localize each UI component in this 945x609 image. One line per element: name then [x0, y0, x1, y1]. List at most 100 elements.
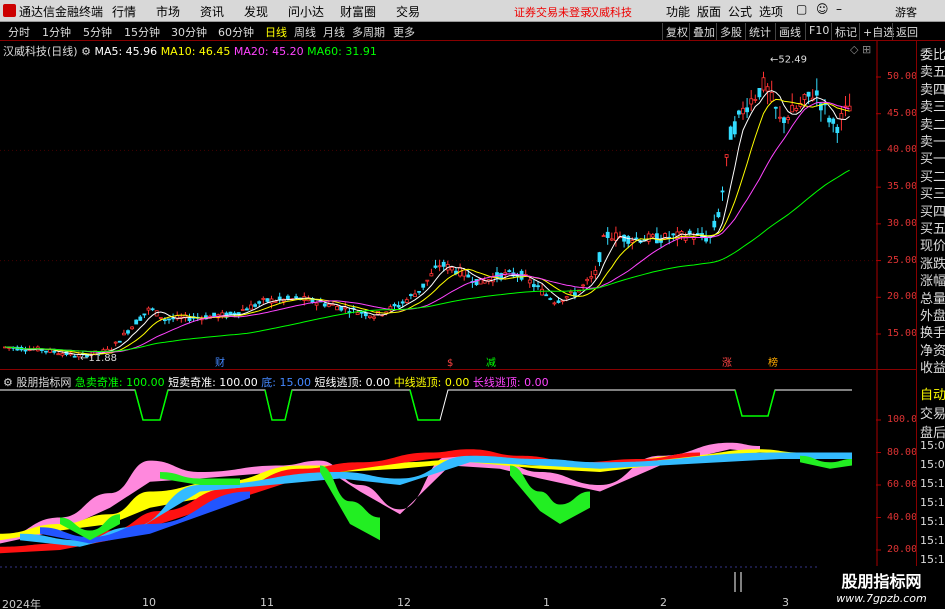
candle-body — [138, 316, 143, 321]
menu-wealth[interactable]: 财富圈 — [340, 3, 376, 20]
menu-ask[interactable]: 问小达 — [288, 3, 324, 20]
menu-market[interactable]: 市场 — [156, 3, 180, 20]
menu-layout[interactable]: 版面 — [697, 3, 721, 20]
sidebar-item[interactable]: 买四 — [920, 201, 945, 220]
chat-icon[interactable]: ▢ — [796, 2, 807, 16]
candle-body — [630, 240, 635, 243]
sidebar-item[interactable]: 涨跌 — [920, 253, 945, 272]
sidebar-item[interactable]: 委比 — [920, 44, 945, 63]
menu-discover[interactable]: 发现 — [244, 3, 268, 20]
sidebar-item[interactable]: 买二 — [920, 166, 945, 185]
candle-body — [728, 126, 733, 140]
sidebar-lower-item[interactable]: 自动 — [920, 384, 945, 403]
sidebar-item[interactable]: 卖二 — [920, 114, 945, 133]
candle-body — [158, 317, 163, 319]
indicator-tick-label: 80.00 — [887, 446, 918, 458]
price-tick-label: 40.00 — [887, 144, 918, 156]
period-timeshare[interactable]: 分时 — [8, 24, 30, 40]
sidebar-item[interactable]: 总量 — [920, 288, 945, 307]
settings-gear-icon[interactable]: ⚙ — [81, 45, 91, 58]
mark-button[interactable]: 标记 — [831, 23, 860, 40]
candle-body — [60, 353, 65, 356]
draw-line-button[interactable]: 画线 — [775, 23, 804, 40]
stats-button[interactable]: 统计 — [745, 23, 774, 40]
menu-trade[interactable]: 交易 — [396, 3, 420, 20]
sidebar-lower-item[interactable]: 交易 — [920, 403, 945, 422]
period-5min[interactable]: 5分钟 — [83, 24, 112, 40]
candle-body — [130, 326, 135, 330]
candle-body — [167, 318, 171, 321]
sidebar-item[interactable]: 换手 — [920, 322, 945, 341]
candle-body — [527, 279, 532, 284]
candle-body — [835, 126, 840, 134]
sidebar-item[interactable]: 卖五 — [920, 61, 945, 80]
sidebar-item[interactable]: 买五 — [920, 218, 945, 237]
candle-body — [843, 105, 848, 108]
period-60min[interactable]: 60分钟 — [218, 24, 254, 40]
event-mark: 涨 — [722, 357, 732, 369]
menu-news[interactable]: 资讯 — [200, 3, 224, 20]
candle-body — [228, 311, 233, 315]
period-more[interactable]: 更多 — [393, 24, 415, 40]
sidebar-item[interactable]: 涨幅 — [920, 270, 945, 289]
indicator-chart[interactable] — [0, 370, 916, 596]
candle-body — [646, 233, 651, 242]
period-multi[interactable]: 多周期 — [352, 24, 385, 40]
sidebar-item[interactable]: 外盘 — [920, 305, 945, 324]
candle-body — [540, 288, 544, 296]
candle-body — [240, 309, 245, 311]
menu-formula[interactable]: 公式 — [728, 3, 752, 20]
candle-body — [408, 294, 413, 296]
adjust-button[interactable]: 复权 — [662, 23, 691, 40]
candle-body — [634, 237, 639, 240]
period-daily[interactable]: 日线 — [265, 24, 287, 40]
candle-body — [536, 285, 540, 288]
chart-controls-icon[interactable]: ◇ ⊞ — [850, 43, 871, 56]
candle-body — [568, 291, 573, 294]
date-axis: 2024年 10 11 12 1 2 3 — [0, 596, 916, 609]
candle-body — [552, 302, 557, 305]
sidebar-time: 15:19 — [920, 553, 945, 566]
period-15min[interactable]: 15分钟 — [124, 24, 160, 40]
candle-body — [162, 319, 167, 322]
candle-body — [745, 107, 749, 113]
candle-body — [790, 104, 795, 113]
sidebar-item[interactable]: 买一 — [920, 148, 945, 167]
menu-quotes[interactable]: 行情 — [112, 3, 136, 20]
sidebar-item[interactable]: 净资 — [920, 340, 945, 359]
f10-button[interactable]: F10 — [805, 23, 832, 40]
sidebar-item[interactable]: 卖三 — [920, 96, 945, 115]
indicator-settings-icon[interactable]: ⚙ — [3, 376, 13, 389]
login-notice[interactable]: 证券交易未登录 — [514, 4, 591, 20]
guest-label[interactable]: 游客 — [895, 4, 917, 20]
menu-functions[interactable]: 功能 — [666, 3, 690, 20]
candle-body — [827, 117, 831, 123]
back-button[interactable]: 返回 — [892, 23, 921, 40]
period-30min[interactable]: 30分钟 — [171, 24, 207, 40]
sidebar-item[interactable]: 现价 — [920, 235, 945, 254]
x-label: 12 — [397, 596, 411, 609]
ma20-line — [4, 101, 850, 353]
overlay-button[interactable]: 叠加 — [689, 23, 718, 40]
sidebar-item[interactable]: 卖四 — [920, 79, 945, 98]
candle-body — [761, 77, 766, 91]
sidebar-time: 15:10 — [920, 477, 945, 490]
period-weekly[interactable]: 周线 — [294, 24, 316, 40]
menu-options[interactable]: 选项 — [759, 3, 783, 20]
urgent-sell-dip — [734, 389, 776, 417]
period-monthly[interactable]: 月线 — [323, 24, 345, 40]
minimize-icon[interactable]: – — [836, 2, 842, 16]
candle-body — [314, 302, 319, 306]
candle-body — [462, 269, 467, 277]
candle-body — [605, 231, 610, 238]
candle-body — [187, 317, 192, 321]
sidebar-item[interactable]: 卖一 — [920, 131, 945, 150]
user-icon[interactable]: ☺ — [816, 2, 829, 16]
multi-stock-button[interactable]: 多股 — [716, 23, 745, 40]
candle-body — [560, 300, 565, 303]
candle-body — [294, 296, 299, 299]
sidebar-item[interactable]: 收益 — [920, 357, 945, 376]
period-1min[interactable]: 1分钟 — [42, 24, 71, 40]
candlestick-chart[interactable]: ←52.49 ←11.88 财 $ 减 涨 榜 — [0, 41, 916, 370]
sidebar-item[interactable]: 买三 — [920, 183, 945, 202]
